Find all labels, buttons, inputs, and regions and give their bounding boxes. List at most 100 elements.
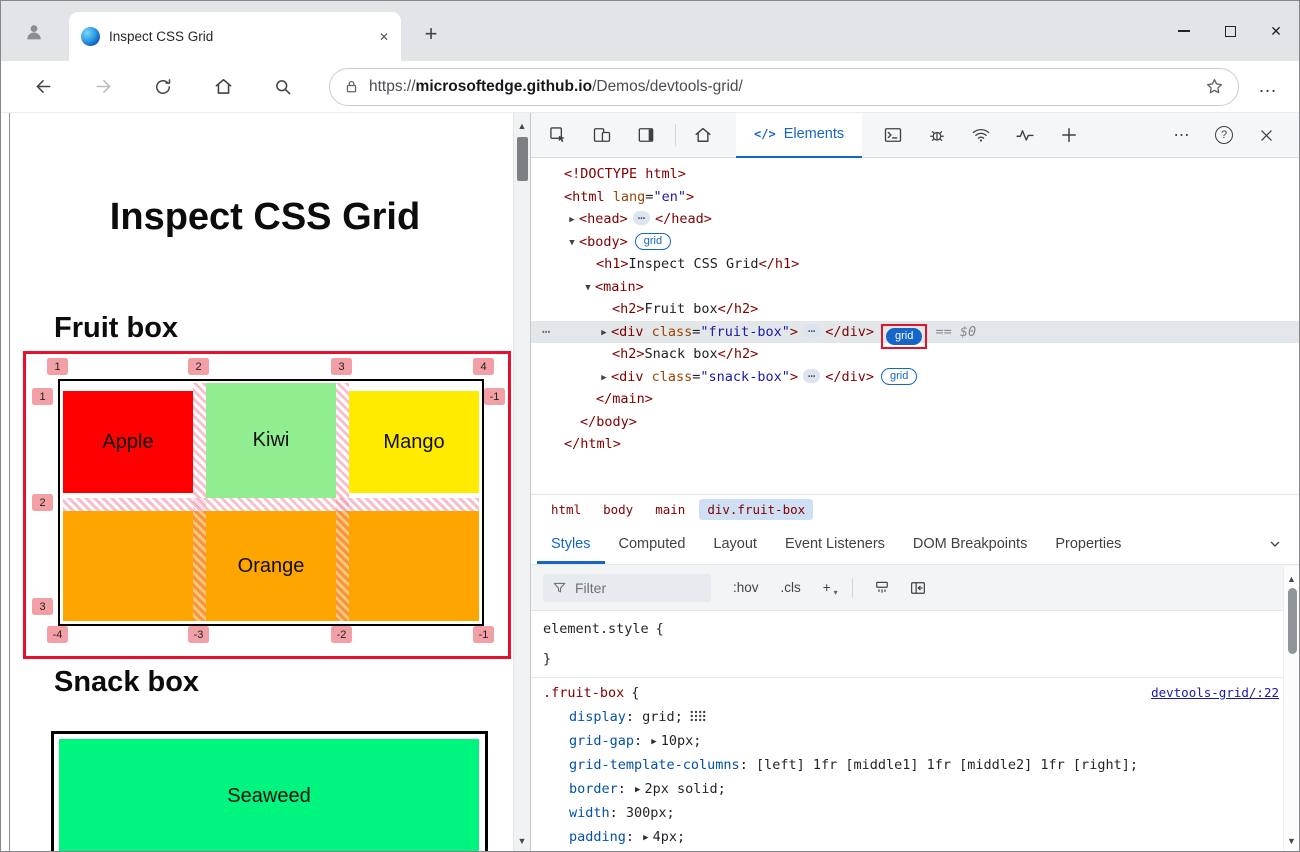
- dock-side-button[interactable]: [629, 118, 663, 152]
- twisty-expanded-icon[interactable]: ▼: [581, 277, 595, 300]
- scroll-up-icon[interactable]: ▲: [514, 121, 530, 131]
- new-style-rule-button[interactable]: +: [823, 580, 831, 595]
- back-button[interactable]: [24, 68, 62, 106]
- source-link[interactable]: devtools-grid/:22: [1151, 681, 1279, 705]
- cell-label: Apple: [102, 431, 153, 454]
- tab-event-listeners[interactable]: Event Listeners: [771, 524, 899, 564]
- twisty-collapsed-icon[interactable]: ▶: [597, 322, 611, 345]
- shorthand-expand-icon[interactable]: ▶: [643, 833, 648, 843]
- dom-node[interactable]: </html>: [531, 433, 1299, 456]
- forward-button[interactable]: [84, 68, 122, 106]
- breadcrumb-item-body[interactable]: body: [595, 499, 641, 520]
- console-button[interactable]: [876, 118, 910, 152]
- inline-ellipsis-button[interactable]: ⋯: [633, 211, 650, 225]
- tab-computed[interactable]: Computed: [605, 524, 700, 564]
- twisty-expanded-icon[interactable]: ▼: [565, 232, 579, 255]
- semicolon: ;: [667, 805, 675, 821]
- dom-node[interactable]: <h2>Fruit box</h2>: [531, 298, 1299, 321]
- dom-node[interactable]: ⋯▶<div class="fruit-box">⋯</div>grid == …: [531, 321, 1299, 344]
- minimize-button[interactable]: [1161, 1, 1207, 61]
- url-path: /Demos/devtools-grid/: [592, 78, 743, 95]
- grid-editor-icon[interactable]: [690, 710, 706, 722]
- profile-button[interactable]: [15, 14, 53, 50]
- address-bar[interactable]: https://microsoftedge.github.io/Demos/de…: [329, 68, 1239, 106]
- node-menu-icon[interactable]: ⋯: [542, 321, 550, 344]
- colon: :: [626, 829, 642, 845]
- dom-node[interactable]: <html lang="en">: [531, 186, 1299, 209]
- styles-scrollbar[interactable]: ▲ ▼: [1283, 566, 1299, 852]
- dom-node[interactable]: <h1>Inspect CSS Grid</h1>: [531, 253, 1299, 276]
- search-button[interactable]: [264, 68, 302, 106]
- dom-node[interactable]: ▶<head>⋯</head>: [531, 208, 1299, 231]
- browser-tab[interactable]: Inspect CSS Grid ✕: [69, 12, 401, 61]
- computed-sidebar-toggle-button[interactable]: [903, 573, 933, 603]
- maximize-button[interactable]: [1207, 1, 1253, 61]
- twisty-collapsed-icon[interactable]: ▶: [565, 209, 579, 232]
- tab-close-icon[interactable]: ✕: [379, 30, 389, 44]
- dom-node[interactable]: <!DOCTYPE html>: [531, 163, 1299, 186]
- inspect-tool-button[interactable]: [541, 118, 575, 152]
- dom-node[interactable]: <h2>Snack box</h2>: [531, 343, 1299, 366]
- dom-node[interactable]: </main>: [531, 388, 1299, 411]
- dom-node[interactable]: ▼<main>: [531, 276, 1299, 299]
- home-button[interactable]: [204, 68, 242, 106]
- grid-cell-mango: Mango: [349, 391, 479, 493]
- refresh-button[interactable]: [144, 68, 182, 106]
- favorites-button[interactable]: [1198, 71, 1230, 103]
- performance-button[interactable]: [1008, 118, 1042, 152]
- breadcrumb-item-html[interactable]: html: [543, 499, 589, 520]
- page-scrollbar[interactable]: ▲ ▼: [513, 113, 530, 852]
- close-devtools-button[interactable]: [1249, 118, 1283, 152]
- search-icon: [273, 77, 293, 97]
- page-edge-divider: [9, 113, 10, 852]
- home-icon: [213, 76, 234, 97]
- new-tab-button[interactable]: +: [415, 18, 447, 50]
- code-token: <body>: [579, 234, 628, 250]
- dom-node[interactable]: </body>: [531, 411, 1299, 434]
- help-button[interactable]: ?: [1207, 118, 1241, 152]
- rendering-emulation-button[interactable]: [867, 573, 897, 603]
- scroll-down-icon[interactable]: ▼: [514, 836, 530, 846]
- settings-more-button[interactable]: …: [1249, 68, 1287, 106]
- inline-style-close: }: [531, 644, 1299, 674]
- inline-ellipsis-button[interactable]: ⋯: [803, 369, 820, 383]
- tab-layout[interactable]: Layout: [699, 524, 771, 564]
- dom-node[interactable]: ▼<body> grid: [531, 231, 1299, 254]
- more-tools-button[interactable]: [1052, 118, 1086, 152]
- tabs-overflow-button[interactable]: [1267, 524, 1299, 564]
- devtools-home-button[interactable]: [686, 118, 720, 152]
- tab-properties[interactable]: Properties: [1041, 524, 1135, 564]
- page-title: Inspect CSS Grid: [17, 196, 513, 239]
- customize-devtools-button[interactable]: ⋯: [1165, 118, 1199, 152]
- scroll-down-icon[interactable]: ▼: [1284, 836, 1299, 846]
- code-token: class: [652, 369, 693, 385]
- close-window-button[interactable]: ✕: [1253, 1, 1299, 61]
- grid-badge[interactable]: grid: [635, 233, 671, 250]
- close-brace: }: [543, 651, 551, 667]
- filter-input[interactable]: Filter: [543, 574, 711, 602]
- tab-elements[interactable]: </> Elements: [736, 113, 862, 158]
- css-declaration: grid-gap: ▶10px;: [531, 729, 1299, 753]
- cls-toggle-button[interactable]: .cls: [781, 580, 801, 595]
- breadcrumb-item-div.fruit-box[interactable]: div.fruit-box: [699, 499, 813, 520]
- twisty-collapsed-icon[interactable]: ▶: [597, 367, 611, 390]
- colon: :: [610, 805, 626, 821]
- shorthand-expand-icon[interactable]: ▶: [635, 785, 640, 795]
- network-button[interactable]: [964, 118, 998, 152]
- debugger-button[interactable]: [920, 118, 954, 152]
- hov-toggle-button[interactable]: :hov: [733, 580, 759, 595]
- device-emulation-button[interactable]: [585, 118, 619, 152]
- shorthand-expand-icon[interactable]: ▶: [651, 737, 656, 747]
- grid-badge[interactable]: grid: [881, 368, 917, 385]
- scrollbar-thumb[interactable]: [1288, 588, 1297, 654]
- scrollbar-thumb[interactable]: [517, 137, 528, 181]
- scroll-up-icon[interactable]: ▲: [1284, 574, 1299, 584]
- cell-label: Kiwi: [253, 429, 290, 452]
- inline-ellipsis-button[interactable]: ⋯: [803, 324, 820, 338]
- colon: :: [740, 757, 756, 773]
- tab-styles[interactable]: Styles: [537, 524, 605, 564]
- dom-node[interactable]: ▶<div class="snack-box">⋯</div>grid: [531, 366, 1299, 389]
- new-rule-caret-icon[interactable]: ▾: [834, 588, 838, 597]
- breadcrumb-item-main[interactable]: main: [647, 499, 693, 520]
- tab-dom-breakpoints[interactable]: DOM Breakpoints: [899, 524, 1041, 564]
